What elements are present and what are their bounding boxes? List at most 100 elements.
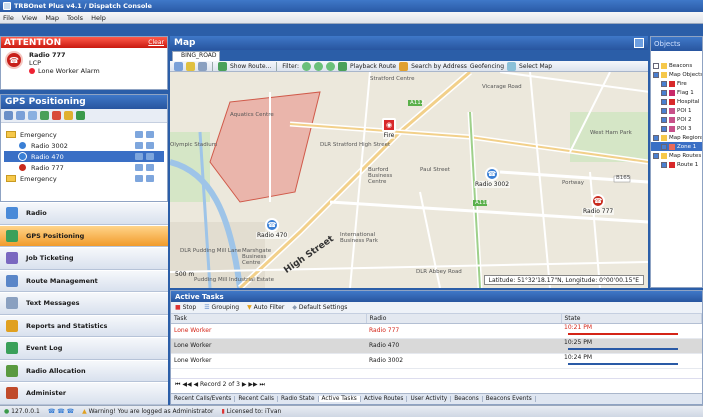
- object-item-beacons[interactable]: Beacons: [651, 61, 702, 70]
- tree-view-icon[interactable]: [16, 111, 25, 120]
- next-record-button[interactable]: ▶: [242, 381, 247, 388]
- playback-route-button[interactable]: Playback Route: [350, 63, 396, 70]
- object-item-route-1[interactable]: Route 1: [651, 160, 702, 169]
- nav-job-ticketing[interactable]: Job Ticketing: [0, 247, 168, 270]
- gps-tree-item[interactable]: Emergency: [4, 129, 164, 140]
- nav-text-messages[interactable]: Text Messages: [0, 292, 168, 315]
- call-icon[interactable]: [146, 153, 154, 160]
- object-item-poi-1[interactable]: POI 1: [651, 106, 702, 115]
- filter-zones-icon[interactable]: [326, 61, 336, 71]
- column-task[interactable]: Task: [171, 314, 367, 324]
- task-row[interactable]: Lone Worker Radio 777 10:21 PM: [171, 323, 702, 339]
- task-row[interactable]: Lone Worker Radio 3002 10:24 PM: [171, 353, 702, 369]
- message-icon[interactable]: [135, 153, 143, 160]
- object-item-map-routes[interactable]: Map Routes: [651, 151, 702, 160]
- search-address-button[interactable]: Search by Address: [411, 63, 467, 70]
- prev-page-button[interactable]: ◀◀: [182, 381, 191, 388]
- column-state[interactable]: State: [561, 314, 702, 324]
- attention-clear-link[interactable]: Clear: [148, 39, 164, 46]
- message-icon[interactable]: [135, 142, 143, 149]
- object-item-poi-3[interactable]: POI 3: [651, 124, 702, 133]
- tab-active-routes[interactable]: Active Routes: [361, 396, 408, 402]
- column-radio[interactable]: Radio: [366, 314, 562, 324]
- object-checkbox[interactable]: [661, 107, 667, 114]
- auto-filter-button[interactable]: ▼ Auto Filter: [247, 304, 284, 311]
- message-icon[interactable]: [135, 164, 143, 171]
- tab-radio-state[interactable]: Radio State: [278, 396, 319, 402]
- geofencing-button[interactable]: Geofencing: [470, 63, 504, 70]
- stop-button[interactable]: ■ Stop: [175, 304, 196, 311]
- gps-tree-item[interactable]: Radio 470: [4, 151, 164, 162]
- tab-active-tasks[interactable]: Active Tasks: [318, 396, 361, 402]
- object-item-hospital[interactable]: Hospital: [651, 97, 702, 106]
- menu-file[interactable]: File: [3, 14, 14, 22]
- menu-view[interactable]: View: [22, 14, 37, 22]
- add-icon[interactable]: [198, 61, 207, 71]
- tab-recent-calls-events[interactable]: Recent Calls/Events: [171, 396, 236, 402]
- first-record-button[interactable]: ⏮: [175, 381, 180, 389]
- last-record-button[interactable]: ⏭: [260, 381, 265, 389]
- nav-radio[interactable]: Radio: [0, 202, 168, 225]
- radio-470-marker[interactable]: ☎ Radio 470: [256, 218, 289, 239]
- filter-objects-icon[interactable]: [314, 61, 324, 71]
- map-settings-icon[interactable]: [634, 38, 644, 48]
- locate-icon[interactable]: [40, 111, 49, 120]
- object-checkbox[interactable]: [661, 116, 667, 123]
- object-item-poi-2[interactable]: POI 2: [651, 115, 702, 124]
- nav-gps-positioning[interactable]: GPS Positioning: [0, 224, 168, 247]
- nav-reports-and-statistics[interactable]: Reports and Statistics: [0, 314, 168, 337]
- object-checkbox[interactable]: [661, 143, 667, 150]
- menu-map[interactable]: Map: [45, 14, 59, 22]
- object-checkbox[interactable]: [653, 152, 659, 159]
- sort-icon[interactable]: [28, 111, 37, 120]
- call-icon[interactable]: [146, 164, 154, 171]
- zoom-icon[interactable]: [174, 61, 183, 71]
- call-icon[interactable]: [146, 131, 154, 138]
- radio-3002-marker[interactable]: ☎ Radio 3002: [474, 167, 511, 188]
- object-checkbox[interactable]: [661, 89, 667, 96]
- filter-icon[interactable]: [64, 111, 73, 120]
- task-row[interactable]: Lone Worker Radio 470 10:25 PM: [171, 338, 702, 354]
- prev-record-button[interactable]: ◀: [193, 381, 198, 388]
- tab-recent-calls[interactable]: Recent Calls: [235, 396, 279, 402]
- fire-marker[interactable]: ◉ Fire: [382, 118, 396, 139]
- grouping-button[interactable]: ☰ Grouping: [204, 304, 239, 311]
- tab-beacons[interactable]: Beacons: [451, 396, 483, 402]
- menu-help[interactable]: Help: [91, 14, 106, 22]
- filter-radios-icon[interactable]: [302, 61, 312, 71]
- object-checkbox[interactable]: [653, 62, 659, 69]
- nav-route-management[interactable]: Route Management: [0, 269, 168, 292]
- default-settings-button[interactable]: ◆ Default Settings: [292, 304, 347, 311]
- gps-tree-item[interactable]: Radio 3002: [4, 140, 164, 151]
- nav-administer[interactable]: Administer: [0, 382, 168, 405]
- tab-beacons-events[interactable]: Beacons Events: [483, 396, 536, 402]
- clear-icon[interactable]: [52, 111, 61, 120]
- call-icon[interactable]: [146, 142, 154, 149]
- message-icon[interactable]: [135, 175, 143, 182]
- object-checkbox[interactable]: [661, 125, 667, 132]
- pencil-icon[interactable]: [399, 61, 409, 71]
- refresh-icon[interactable]: [76, 111, 85, 120]
- gps-tree-item[interactable]: Emergency: [4, 173, 164, 184]
- object-item-map-regions[interactable]: Map Regions: [651, 133, 702, 142]
- menu-tools[interactable]: Tools: [67, 14, 83, 22]
- favorite-icon[interactable]: [186, 61, 195, 71]
- object-checkbox[interactable]: [661, 80, 667, 87]
- nav-event-log[interactable]: Event Log: [0, 337, 168, 360]
- object-item-flag-1[interactable]: Flag 1: [651, 88, 702, 97]
- call-icon[interactable]: [146, 175, 154, 182]
- gps-tree-item[interactable]: Radio 777: [4, 162, 164, 173]
- tab-user-activity[interactable]: User Activity: [407, 396, 452, 402]
- alarm-entry[interactable]: ☎ Radio 777 LCP Lone Worker Alarm: [1, 48, 167, 78]
- radio-777-marker[interactable]: ☎ Radio 777: [582, 194, 615, 215]
- message-icon[interactable]: [135, 131, 143, 138]
- nav-radio-allocation[interactable]: Radio Allocation: [0, 359, 168, 382]
- select-map-button[interactable]: Select Map: [519, 63, 552, 70]
- object-item-zone-1[interactable]: Zone 1: [651, 142, 702, 151]
- list-view-icon[interactable]: [4, 111, 13, 120]
- object-checkbox[interactable]: [653, 71, 659, 78]
- object-item-map-objects[interactable]: Map Objects: [651, 70, 702, 79]
- next-page-button[interactable]: ▶▶: [248, 381, 257, 388]
- map-canvas[interactable]: Stratford Centre West Ham Park Aquatics …: [170, 72, 648, 288]
- map-tab[interactable]: BING_ROAD: [172, 51, 220, 61]
